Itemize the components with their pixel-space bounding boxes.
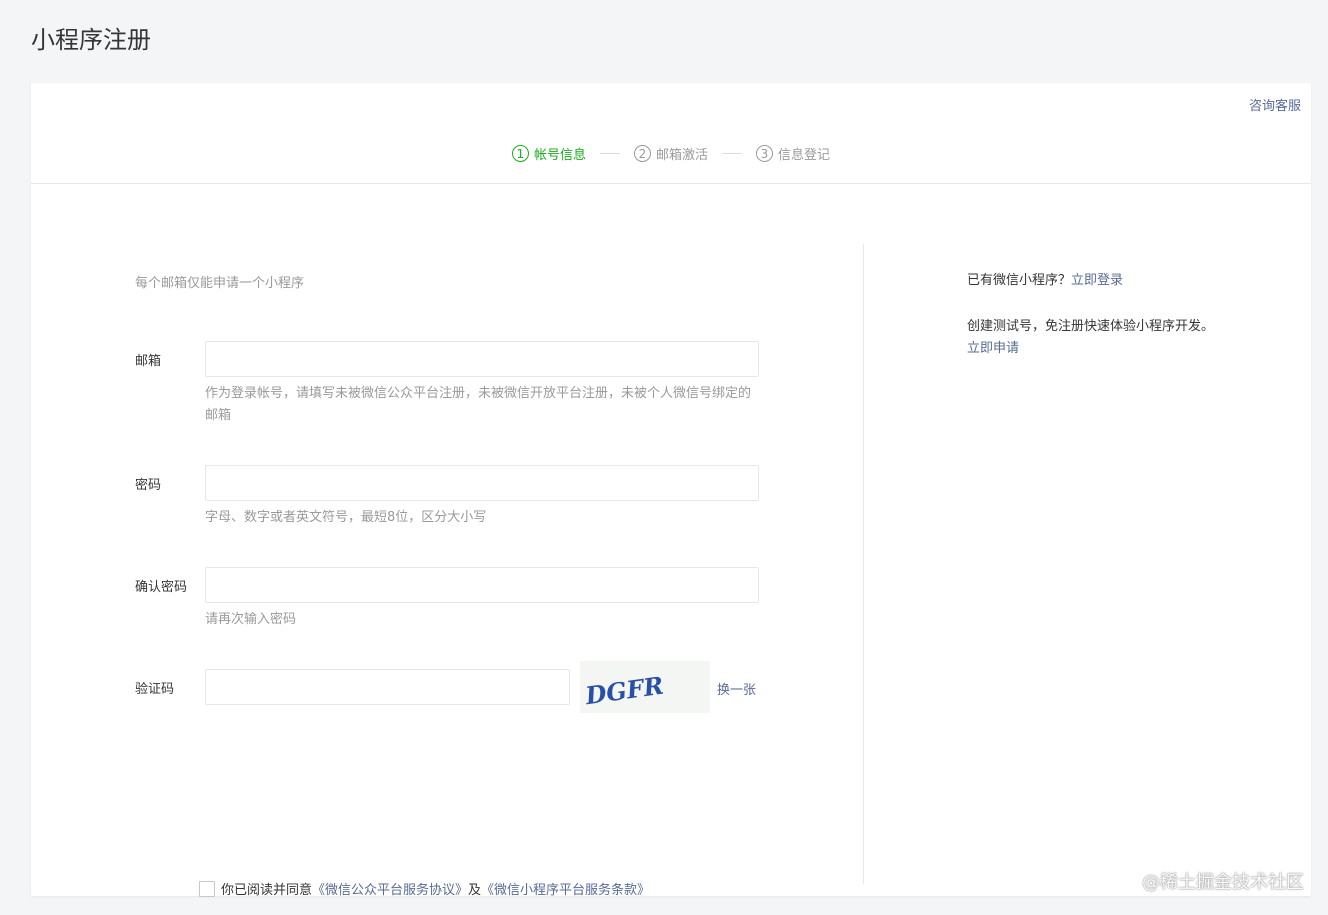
step-connector [599,153,620,154]
password-label: 密码 [135,478,162,493]
page-title: 小程序注册 [31,26,151,54]
step-label: 邮箱激活 [655,148,708,163]
change-captcha-link[interactable]: 换一张 [717,679,756,698]
agreement-middle: 及 [468,883,482,898]
login-text: 已有微信小程序？ [967,273,1072,288]
agreement-checkbox[interactable] [199,880,215,897]
confirm-password-hint: 请再次输入密码 [205,612,297,627]
watermark: @稀土掘金技术社区 [1142,872,1304,893]
login-link[interactable]: 立即登录 [1071,273,1123,288]
side-panel: 已有微信小程序？立即登录 创建测试号，免注册快速体验小程序开发。立即申请 [967,270,1217,384]
customer-service-link[interactable]: 咨询客服 [1249,95,1301,114]
card-header: 咨询客服 1 帐号信息 2 邮箱激活 3 信息登记 [31,83,1311,184]
agreement-prefix: 你已阅读并同意 [221,883,313,898]
captcha-image[interactable]: DGFR [580,661,710,713]
agreement-row: 你已阅读并同意 《微信公众平台服务协议》 及 《微信小程序平台服务条款》 [199,879,650,898]
email-field[interactable] [205,341,759,377]
test-text: 创建测试号，免注册快速体验小程序开发。 [967,319,1215,334]
step-indicator: 1 帐号信息 2 邮箱激活 3 信息登记 [31,144,1311,163]
platform-service-agreement-link[interactable]: 《微信公众平台服务协议》 [312,879,468,898]
column-divider [863,244,864,884]
email-label: 邮箱 [135,354,162,369]
step-email-activation: 2 邮箱激活 [633,144,708,163]
registration-form: 每个邮箱仅能申请一个小程序 邮箱 作为登录帐号，请填写未被微信公众平台注册，未被… [135,184,835,898]
step-number: 1 [511,145,529,162]
step-number: 3 [756,145,773,162]
password-hint: 字母、数字或者英文符号，最短8位，区分大小写 [205,510,487,525]
form-tip: 每个邮箱仅能申请一个小程序 [135,276,305,291]
step-number: 2 [633,145,651,162]
email-hint: 作为登录帐号，请填写未被微信公众平台注册，未被微信开放平台注册，未被个人微信号绑… [205,386,752,423]
step-account-info: 1 帐号信息 [511,144,586,163]
test-account-prompt: 创建测试号，免注册快速体验小程序开发。立即申请 [967,316,1217,360]
step-info-registration: 3 信息登记 [756,144,830,163]
step-label: 帐号信息 [533,148,586,163]
password-field[interactable] [205,465,759,501]
captcha-field[interactable] [205,669,570,705]
miniprogram-service-terms-link[interactable]: 《微信小程序平台服务条款》 [481,879,650,898]
apply-test-link[interactable]: 立即申请 [967,341,1019,356]
confirm-password-label: 确认密码 [135,580,188,595]
login-prompt: 已有微信小程序？立即登录 [967,270,1217,292]
registration-card: 咨询客服 1 帐号信息 2 邮箱激活 3 信息登记 每个邮箱仅能申请一个小程序 … [31,83,1311,898]
captcha-label: 验证码 [135,682,175,697]
confirm-password-field[interactable] [205,567,759,603]
step-connector [722,153,742,154]
step-label: 信息登记 [778,148,831,163]
